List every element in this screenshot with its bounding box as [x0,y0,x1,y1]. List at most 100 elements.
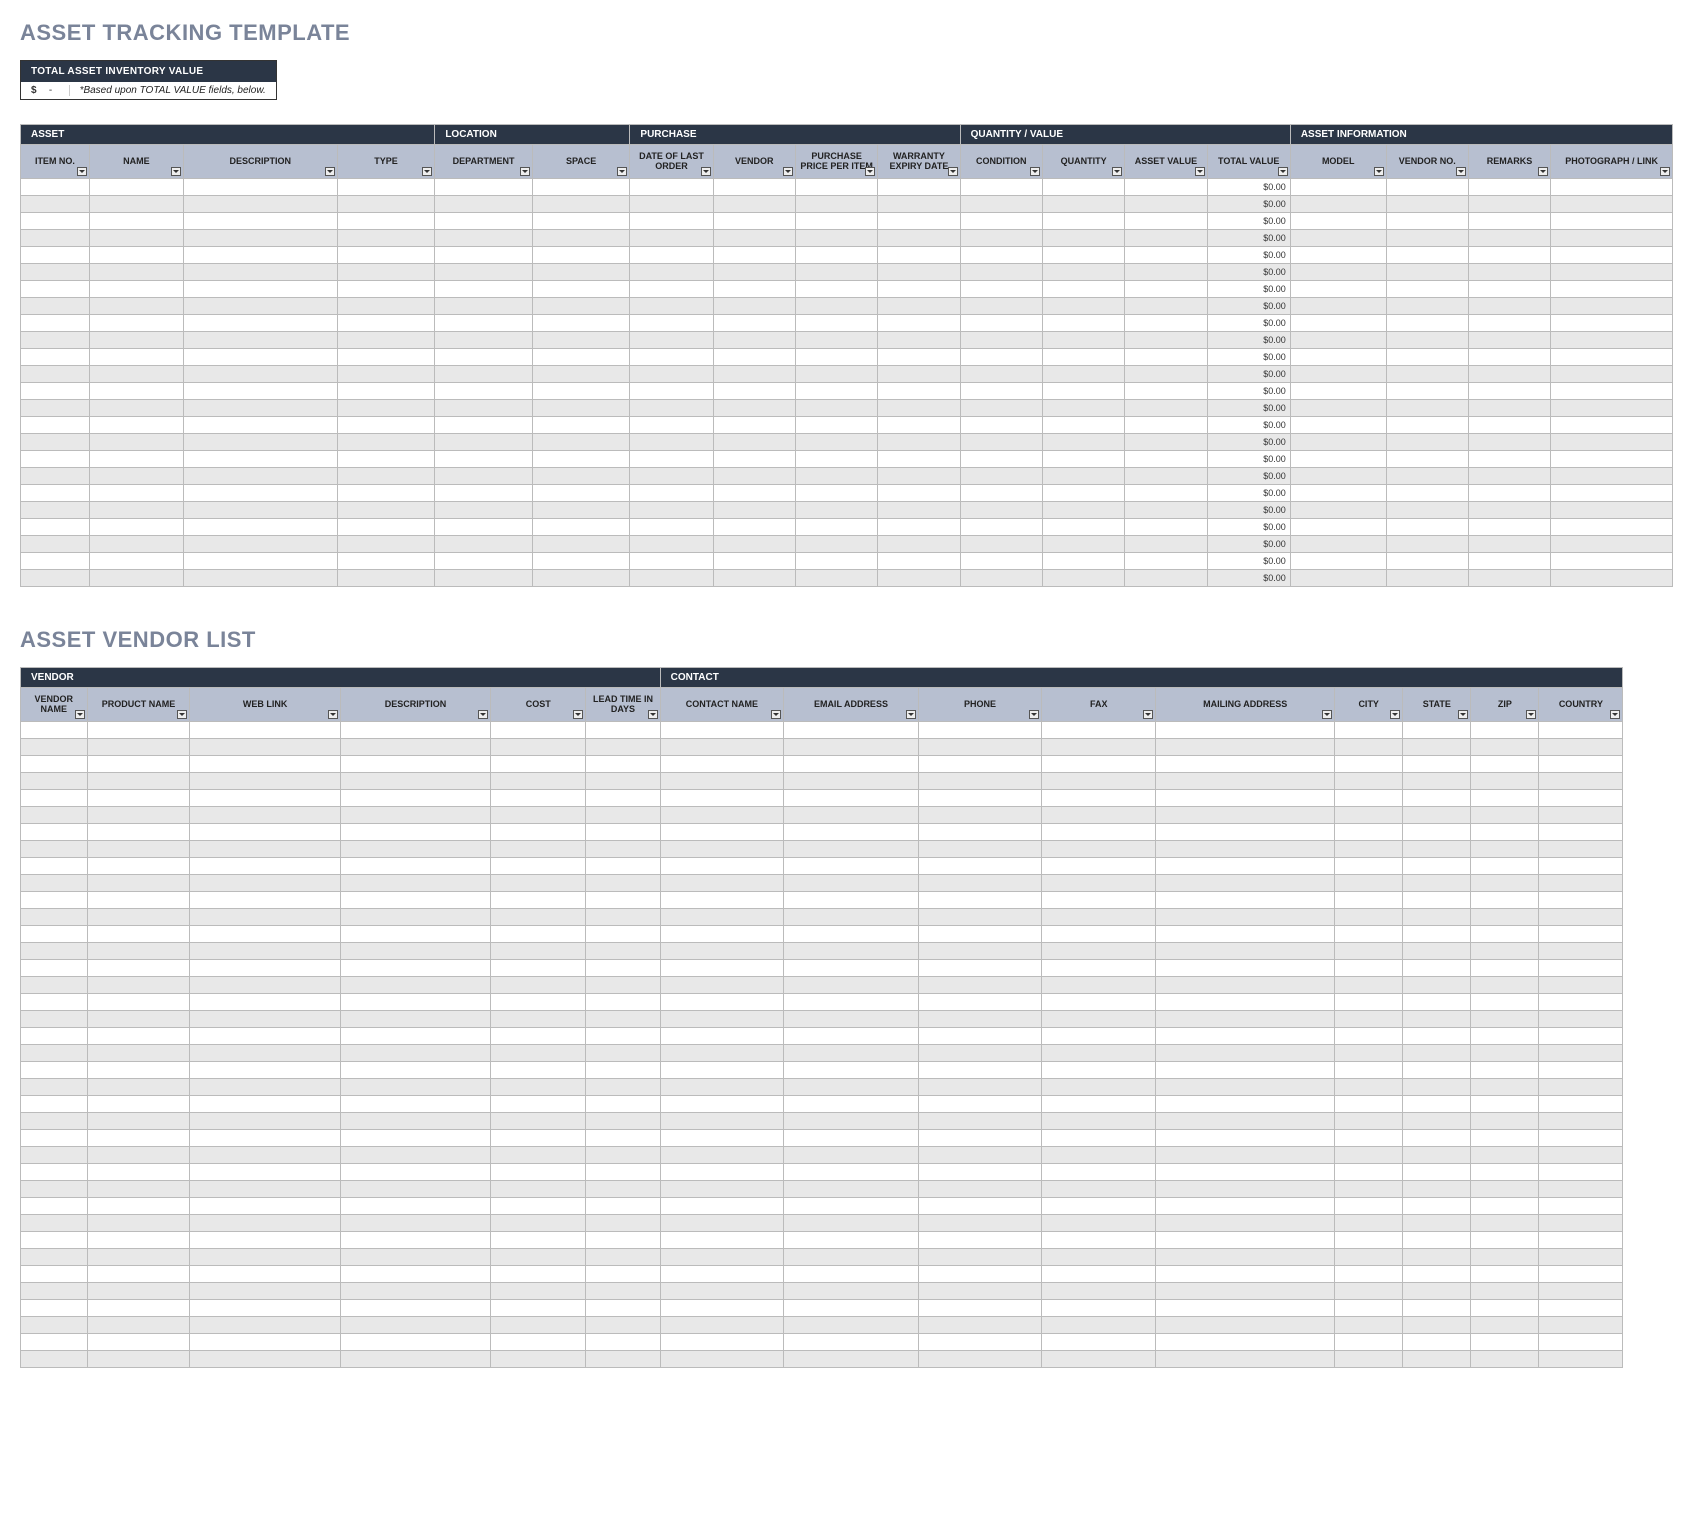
cell[interactable] [340,994,490,1011]
cell[interactable] [795,179,877,196]
cell[interactable] [1551,332,1673,349]
cell[interactable]: $0.00 [1207,213,1290,230]
cell[interactable] [660,1079,784,1096]
cell[interactable] [337,417,435,434]
cell[interactable] [87,1181,190,1198]
cell[interactable] [878,230,960,247]
cell[interactable] [89,400,183,417]
cell[interactable] [1156,739,1335,756]
column-header[interactable]: PHONE [918,688,1042,722]
cell[interactable] [21,383,90,400]
cell[interactable] [960,570,1042,587]
cell[interactable] [340,1164,490,1181]
cell[interactable] [1551,179,1673,196]
cell[interactable] [630,315,713,332]
cell[interactable] [1156,790,1335,807]
cell[interactable] [1125,230,1207,247]
cell[interactable] [918,1113,1042,1130]
cell[interactable] [630,298,713,315]
cell[interactable] [183,536,337,553]
cell[interactable] [1468,298,1550,315]
cell[interactable] [21,519,90,536]
cell[interactable] [1042,790,1156,807]
cell[interactable] [1471,1181,1539,1198]
cell[interactable] [183,417,337,434]
cell[interactable] [1403,1045,1471,1062]
cell[interactable] [878,298,960,315]
cell[interactable] [89,434,183,451]
cell[interactable] [784,1045,919,1062]
cell[interactable] [337,332,435,349]
cell[interactable] [532,485,630,502]
cell[interactable] [1551,400,1673,417]
cell[interactable] [660,1317,784,1334]
cell[interactable] [337,553,435,570]
cell[interactable] [183,247,337,264]
cell[interactable]: $0.00 [1207,264,1290,281]
cell[interactable] [960,383,1042,400]
cell[interactable] [340,1045,490,1062]
cell[interactable] [878,366,960,383]
cell[interactable] [491,960,586,977]
cell[interactable] [1156,1079,1335,1096]
cell[interactable] [1156,773,1335,790]
cell[interactable] [87,943,190,960]
cell[interactable] [795,298,877,315]
cell[interactable] [183,230,337,247]
filter-dropdown-icon[interactable] [701,167,711,176]
cell[interactable] [1468,281,1550,298]
cell[interactable] [337,502,435,519]
cell[interactable] [878,417,960,434]
column-header[interactable]: STATE [1403,688,1471,722]
cell[interactable] [1468,315,1550,332]
cell[interactable] [630,213,713,230]
cell[interactable] [1335,1062,1403,1079]
cell[interactable] [183,315,337,332]
cell[interactable] [784,1130,919,1147]
cell[interactable] [190,858,340,875]
cell[interactable] [190,722,340,739]
cell[interactable] [491,1028,586,1045]
cell[interactable] [630,502,713,519]
cell[interactable] [190,1045,340,1062]
cell[interactable] [1539,1096,1623,1113]
cell[interactable] [1290,247,1386,264]
cell[interactable] [630,230,713,247]
cell[interactable] [660,824,784,841]
cell[interactable] [183,400,337,417]
column-header[interactable]: DESCRIPTION [183,145,337,179]
cell[interactable] [1539,858,1623,875]
filter-dropdown-icon[interactable] [1278,167,1288,176]
cell[interactable] [1042,892,1156,909]
cell[interactable] [491,875,586,892]
cell[interactable] [878,247,960,264]
cell[interactable] [1551,417,1673,434]
cell[interactable] [1551,349,1673,366]
cell[interactable] [630,451,713,468]
cell[interactable] [1125,281,1207,298]
cell[interactable] [1042,264,1124,281]
cell[interactable] [435,536,533,553]
filter-dropdown-icon[interactable] [865,167,875,176]
cell[interactable] [21,1215,88,1232]
cell[interactable] [795,213,877,230]
cell[interactable] [918,756,1042,773]
cell[interactable] [1042,1198,1156,1215]
cell[interactable] [1403,1096,1471,1113]
cell[interactable] [21,570,90,587]
cell[interactable] [630,519,713,536]
cell[interactable] [630,485,713,502]
cell[interactable] [660,1164,784,1181]
cell[interactable] [183,332,337,349]
cell[interactable] [435,281,533,298]
cell[interactable] [918,1130,1042,1147]
cell[interactable] [89,553,183,570]
cell[interactable] [190,977,340,994]
cell[interactable] [1042,1351,1156,1368]
column-header[interactable]: ZIP [1471,688,1539,722]
cell[interactable] [1125,553,1207,570]
cell[interactable] [1335,841,1403,858]
cell[interactable]: $0.00 [1207,485,1290,502]
cell[interactable] [1335,875,1403,892]
cell[interactable] [87,1283,190,1300]
